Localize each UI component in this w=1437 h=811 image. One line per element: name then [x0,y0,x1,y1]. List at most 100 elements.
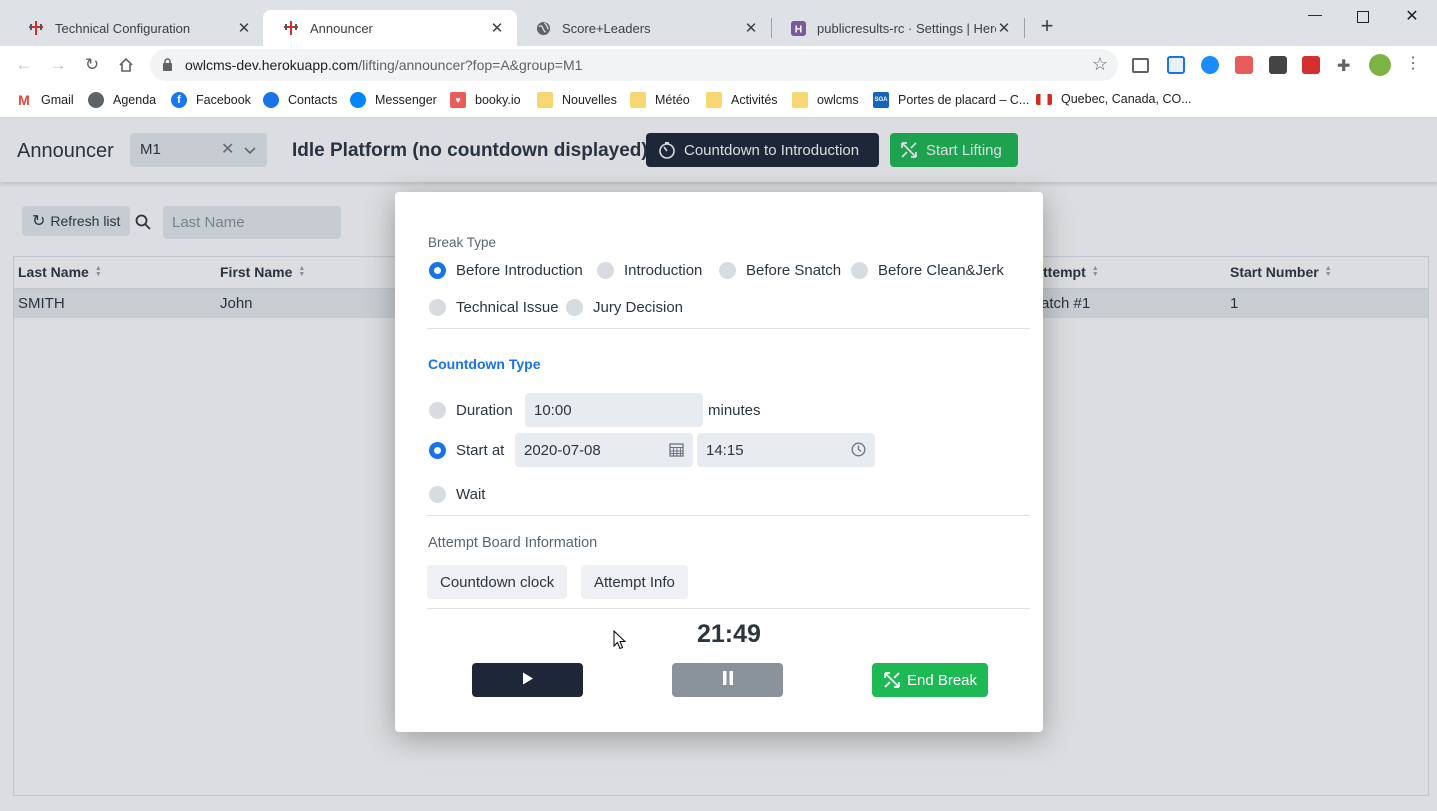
calendar-icon[interactable] [669,442,684,461]
close-icon[interactable]: ✕ [996,19,1012,37]
bookmark-gmail[interactable]: M Gmail [16,92,74,108]
pocket-extension-icon[interactable] [1235,56,1253,74]
bookmark-owlcms[interactable]: owlcms [792,92,859,108]
facebook-icon: f [171,92,187,108]
radio-introduction[interactable]: Introduction [597,262,702,279]
start-time-field[interactable]: 14:15 [697,433,875,467]
extensions-puzzle-icon[interactable]: ✚ [1337,56,1355,75]
bookmark-label: Quebec, Canada, CO... [1061,92,1192,106]
bookmark-label: owlcms [817,93,859,107]
contacts-icon [263,92,279,108]
start-date-value: 2020-07-08 [524,441,601,459]
profile-avatar-icon[interactable] [1369,54,1391,76]
blue-extension-icon[interactable] [1201,56,1219,74]
browser-tab-heroku[interactable]: H publicresults-rc · Settings | Heroku ✕ [770,10,1024,46]
duration-value: 10:00 [534,401,572,419]
radio-jury-decision[interactable]: Jury Decision [566,299,683,316]
countdown-clock-button[interactable]: Countdown clock [427,565,568,599]
end-break-button[interactable]: End Break [872,663,988,697]
home-icon[interactable] [115,54,137,76]
browser-toolbar: ← → ↻ owlcms-dev.herokuapp.com/lifting/a… [0,46,1437,84]
bookmark-label: booky.io [475,93,521,107]
tab-title: Announcer [310,20,373,36]
bookmark-meteo[interactable]: Météo [630,92,690,108]
new-tab-icon[interactable]: + [1036,15,1058,37]
radio-before-clean-jerk[interactable]: Before Clean&Jerk [851,262,1004,279]
radio-label: Before Clean&Jerk [878,262,1004,279]
svg-text:H: H [794,24,801,35]
bookmark-booky[interactable]: ♥ booky.io [450,92,521,108]
address-url: owlcms-dev.herokuapp.com/lifting/announc… [185,57,582,73]
break-dialog: Break Type Before Introduction Introduct… [395,192,1043,732]
bookmark-agenda[interactable]: Agenda [88,92,156,108]
close-icon[interactable]: ✕ [743,19,759,37]
browser-tab-score-leaders[interactable]: Score+Leaders ✕ [515,10,771,46]
bookmark-messenger[interactable]: Messenger [350,92,437,108]
back-icon[interactable]: ← [13,54,35,76]
duration-field[interactable]: 10:00 [525,393,703,427]
radio-label: Start at [456,442,505,459]
bookmark-star-icon[interactable]: ☆ [1092,54,1108,75]
reload-icon[interactable]: ↻ [81,54,103,76]
bookmark-label: Agenda [113,93,157,107]
radio-button [566,299,583,316]
window-close-icon[interactable]: ✕ [1400,6,1424,28]
countdown-type-label: Countdown Type [428,356,541,372]
folder-icon [792,92,808,108]
bookmark-label: Gmail [41,93,74,107]
countdown-clock-label: Countdown clock [440,573,555,591]
canada-flag-icon [1036,93,1052,105]
start-date-field[interactable]: 2020-07-08 [515,433,693,467]
keep-extension-icon[interactable] [1269,56,1287,74]
radio-technical-issue[interactable]: Technical Issue [429,299,559,316]
divider [427,608,1030,609]
tab-extension-icon[interactable] [1167,56,1185,74]
minutes-label: minutes [708,402,761,419]
bookmark-activites[interactable]: Activités [706,92,778,108]
radio-before-snatch[interactable]: Before Snatch [719,262,841,279]
clock-icon[interactable] [851,442,866,461]
radio-button [429,442,446,459]
bookmark-facebook[interactable]: f Facebook [171,92,251,108]
messenger-icon [350,92,366,108]
attempt-board-label: Attempt Board Information [428,535,598,551]
folder-icon [630,92,646,108]
lastpass-extension-icon[interactable] [1302,56,1320,74]
browser-tab-strip: Technical Configuration ✕ Announcer ✕ Sc… [0,0,1437,46]
bookmark-quebec[interactable]: Quebec, Canada, CO... [1036,92,1192,106]
radio-button [597,262,614,279]
pause-button[interactable] [672,663,783,697]
globe-icon [88,92,104,108]
tab-separator [1024,18,1025,38]
address-bar[interactable]: owlcms-dev.herokuapp.com/lifting/announc… [150,49,1118,81]
bookmark-label: Nouvelles [562,93,617,107]
radio-wait[interactable]: Wait [429,486,485,503]
screenshot-extension-icon[interactable] [1132,58,1149,73]
radio-button [429,299,446,316]
gmail-icon: M [16,92,32,108]
close-icon[interactable]: ✕ [236,19,252,37]
maximize-icon[interactable] [1351,6,1375,28]
radio-label: Technical Issue [456,299,559,316]
bookmark-label: Portes de placard – C... [898,93,1030,107]
minimize-icon[interactable]: — [1303,6,1327,28]
play-icon [522,672,534,689]
radio-duration[interactable]: Duration [429,402,513,419]
close-icon[interactable]: ✕ [489,19,505,37]
bookmark-label: Météo [655,93,690,107]
attempt-info-button[interactable]: Attempt Info [581,565,688,599]
bookmark-label: Messenger [375,93,437,107]
start-time-value: 14:15 [706,441,744,459]
radio-before-introduction[interactable]: Before Introduction [429,262,583,279]
bookmark-portes[interactable]: SGA Portes de placard – C... [873,92,1029,108]
forward-icon[interactable]: → [47,54,69,76]
play-button[interactable] [472,663,583,697]
bookmark-contacts[interactable]: Contacts [263,92,337,108]
break-timer-display: 21:49 [697,620,761,648]
radio-start-at[interactable]: Start at [429,442,504,459]
bookmark-nouvelles[interactable]: Nouvelles [537,92,617,108]
browser-tab-technical-configuration[interactable]: Technical Configuration ✕ [8,10,264,46]
folder-icon [706,92,722,108]
browser-tab-announcer[interactable]: Announcer ✕ [263,10,517,46]
more-menu-icon[interactable]: ⋮ [1405,56,1423,74]
